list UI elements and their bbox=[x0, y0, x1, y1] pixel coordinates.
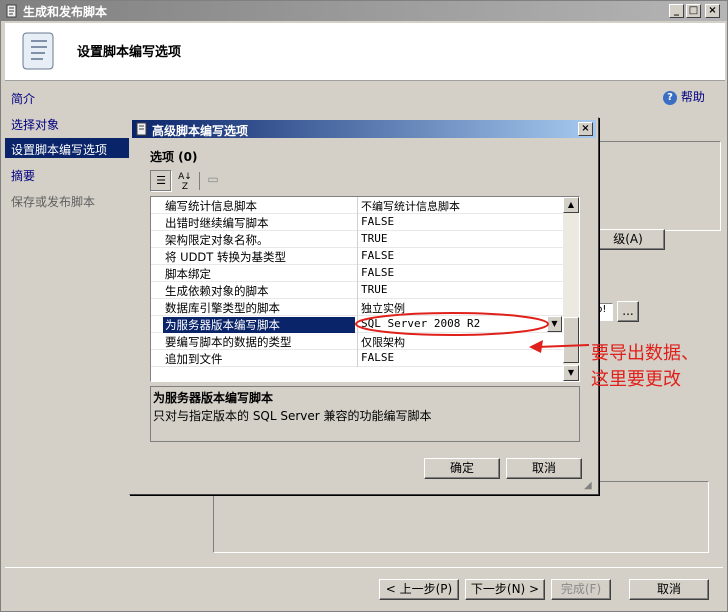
help-icon: ? bbox=[663, 90, 677, 105]
option-name: 架构限定对象名称。 bbox=[165, 233, 269, 247]
main-window: 生成和发布脚本 _ □ × 设置脚本编写选项 简介 选择对象 设置脚本编写选项 … bbox=[0, 0, 728, 612]
column-separator bbox=[357, 197, 358, 214]
column-separator bbox=[357, 231, 358, 248]
window-titlebar[interactable]: 生成和发布脚本 _ □ × bbox=[1, 1, 727, 21]
table-row[interactable]: 追加到文件 FALSE bbox=[151, 350, 563, 367]
nav-item-select-objects[interactable]: 选择对象 bbox=[5, 113, 137, 133]
option-value: FALSE bbox=[361, 351, 395, 364]
option-name: 生成依赖对象的脚本 bbox=[165, 284, 269, 298]
toolbar-separator bbox=[199, 172, 200, 190]
annotation-arrow-icon bbox=[529, 340, 590, 353]
option-name: 出错时继续编写脚本 bbox=[165, 216, 269, 230]
annotation-text: 要导出数据、 这里要更改 bbox=[591, 341, 699, 393]
option-name: 要编写脚本的数据的类型 bbox=[165, 335, 292, 349]
column-separator bbox=[357, 214, 358, 231]
script-icon bbox=[135, 122, 149, 136]
option-value: TRUE bbox=[361, 232, 388, 245]
sort-alpha-icon: A↓ Z bbox=[178, 172, 192, 192]
table-row[interactable]: 将 UDDT 转换为基类型 FALSE bbox=[151, 248, 563, 265]
window-title: 生成和发布脚本 bbox=[23, 5, 108, 19]
dialog-titlebar[interactable]: 高级脚本编写选项 × bbox=[132, 120, 596, 138]
arrow-up-icon: ▲ bbox=[567, 200, 575, 209]
table-row[interactable]: 编写统计信息脚本 不编写统计信息脚本 bbox=[151, 197, 563, 214]
option-value: FALSE bbox=[361, 249, 395, 262]
script-icon bbox=[5, 4, 19, 18]
annotation-line-2: 这里要更改 bbox=[591, 369, 681, 390]
option-name: 为服务器版本编写脚本 bbox=[163, 317, 355, 333]
dialog-cancel-button[interactable]: 取消 bbox=[506, 458, 582, 479]
description-panel: 为服务器版本编写脚本 只对与指定版本的 SQL Server 兼容的功能编写脚本 bbox=[150, 386, 580, 442]
advanced-options-dialog: 高级脚本编写选项 × 选项 (0) ☰ A↓ Z ▭ 编写统计信息脚本 不编写统计信… bbox=[129, 117, 599, 495]
maximize-button[interactable]: □ bbox=[686, 4, 701, 18]
categorized-icon: ☰ bbox=[156, 174, 166, 187]
cancel-button[interactable]: 取消 bbox=[629, 579, 709, 600]
page-title: 设置脚本编写选项 bbox=[77, 45, 182, 60]
scroll-up-button[interactable]: ▲ bbox=[563, 197, 579, 213]
help-link[interactable]: ? 帮助 bbox=[663, 88, 705, 105]
table-row[interactable]: 脚本绑定 FALSE bbox=[151, 265, 563, 282]
option-name: 追加到文件 bbox=[165, 352, 223, 366]
column-separator bbox=[357, 265, 358, 282]
scroll-down-button[interactable]: ▼ bbox=[563, 365, 579, 381]
page-header: 设置脚本编写选项 bbox=[5, 23, 725, 81]
property-pages-icon: ▭ bbox=[207, 172, 219, 186]
prev-button[interactable]: < 上一步(P) bbox=[379, 579, 459, 600]
column-separator bbox=[357, 350, 358, 367]
option-value: 不编写统计信息脚本 bbox=[361, 200, 460, 213]
option-name: 脚本绑定 bbox=[165, 267, 211, 281]
next-button[interactable]: 下一步(N) > bbox=[465, 579, 545, 600]
categorized-button[interactable]: ☰ bbox=[150, 170, 172, 192]
option-value: FALSE bbox=[361, 266, 395, 279]
option-name: 将 UDDT 转换为基类型 bbox=[165, 250, 286, 264]
options-section-label: 选项 (0) bbox=[150, 150, 198, 164]
finish-button: 完成(F) bbox=[551, 579, 611, 600]
browse-button[interactable]: ... bbox=[617, 301, 639, 322]
highlight-ellipse bbox=[355, 312, 549, 336]
wizard-nav: 简介 选择对象 设置脚本编写选项 摘要 保存或发布脚本 bbox=[5, 83, 139, 523]
option-value: TRUE bbox=[361, 283, 388, 296]
chevron-down-icon: ▼ bbox=[551, 319, 558, 328]
property-pages-button: ▭ bbox=[202, 170, 224, 192]
alphabetical-button[interactable]: A↓ Z bbox=[174, 170, 196, 192]
footer-divider bbox=[5, 567, 723, 568]
nav-item-scripting-options[interactable]: 设置脚本编写选项 bbox=[5, 138, 137, 158]
dialog-title: 高级脚本编写选项 bbox=[152, 124, 249, 138]
nav-item-save-publish: 保存或发布脚本 bbox=[11, 195, 96, 209]
grid-toolbar: ☰ A↓ Z ▭ bbox=[150, 170, 230, 192]
resize-grip-icon[interactable]: ◢ bbox=[584, 480, 592, 491]
option-name: 数据库引擎类型的脚本 bbox=[165, 301, 280, 315]
option-value: FALSE bbox=[361, 215, 395, 228]
minimize-button[interactable]: _ bbox=[669, 4, 684, 18]
dialog-close-button[interactable]: × bbox=[578, 122, 593, 136]
description-title: 为服务器版本编写脚本 bbox=[153, 391, 274, 405]
nav-item-intro[interactable]: 简介 bbox=[5, 87, 137, 107]
options-property-grid: 编写统计信息脚本 不编写统计信息脚本 出错时继续编写脚本 FALSE 架构限定对象名… bbox=[150, 196, 580, 382]
table-row[interactable]: 出错时继续编写脚本 FALSE bbox=[151, 214, 563, 231]
arrow-down-icon: ▼ bbox=[567, 368, 575, 377]
option-name: 编写统计信息脚本 bbox=[165, 199, 257, 213]
scroll-document-icon bbox=[19, 29, 59, 73]
column-separator bbox=[357, 248, 358, 265]
nav-item-summary[interactable]: 摘要 bbox=[5, 164, 137, 184]
close-button[interactable]: × bbox=[705, 4, 720, 18]
ok-button[interactable]: 确定 bbox=[424, 458, 500, 479]
help-label: 帮助 bbox=[680, 90, 705, 104]
column-separator bbox=[357, 282, 358, 299]
table-row[interactable]: 架构限定对象名称。 TRUE bbox=[151, 231, 563, 248]
annotation-line-1: 要导出数据、 bbox=[591, 343, 699, 364]
table-row[interactable]: 生成依赖对象的脚本 TRUE bbox=[151, 282, 563, 299]
advanced-button[interactable]: 级(A) bbox=[591, 229, 665, 250]
description-text: 只对与指定版本的 SQL Server 兼容的功能编写脚本 bbox=[153, 409, 432, 423]
